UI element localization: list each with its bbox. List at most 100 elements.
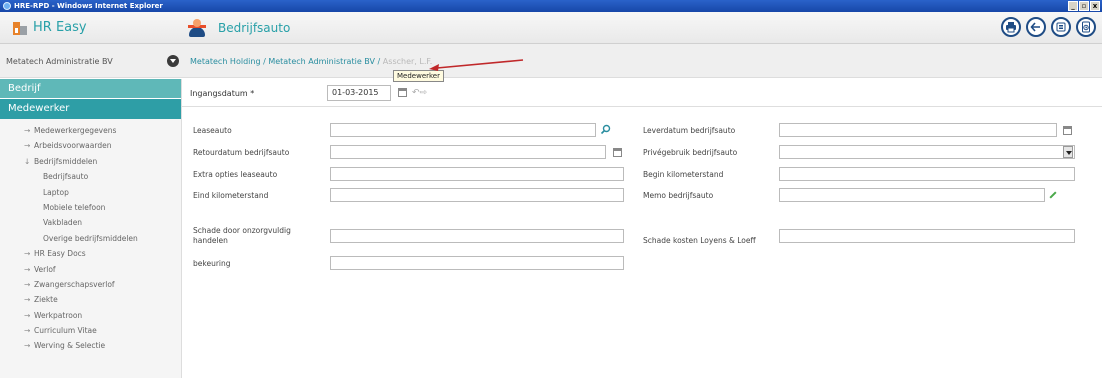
arrow-right-icon: →	[24, 279, 31, 289]
schade-kosten-label: Schade kosten Loyens & Loeff	[643, 236, 756, 245]
sidebar-item-label: Laptop	[43, 187, 69, 197]
memo-input[interactable]	[779, 188, 1045, 202]
calendar-icon[interactable]	[398, 88, 407, 97]
header-toolbar	[1001, 17, 1096, 37]
leverdatum-input[interactable]	[779, 123, 1057, 137]
print-button[interactable]	[1001, 17, 1021, 37]
sidebar-section-bedrijf[interactable]: Bedrijf	[0, 79, 181, 99]
page-title: Bedrijfsauto	[218, 21, 291, 35]
sidebar-item[interactable]: ↓ Bedrijfsmiddelen	[0, 154, 181, 169]
arrow-right-icon: →	[24, 295, 31, 305]
sidebar-item[interactable]: Bedrijfsauto	[0, 169, 181, 184]
sidebar-item-label: HR Easy Docs	[34, 249, 86, 259]
eind-km-label: Eind kilometerstand	[193, 191, 269, 200]
sidebar-item[interactable]: → Verlof	[0, 262, 181, 277]
back-button[interactable]	[1026, 17, 1046, 37]
sidebar-item[interactable]: → Arbeidsvoorwaarden	[0, 138, 181, 153]
begin-km-label: Begin kilometerstand	[643, 170, 724, 179]
sidebar-item-label: Medewerkergegevens	[34, 126, 117, 135]
calendar-icon[interactable]	[1063, 126, 1072, 135]
sidebar-item[interactable]: Vakbladen	[0, 215, 181, 230]
maximize-button[interactable]: ▫	[1079, 1, 1089, 11]
pencil-icon[interactable]	[1049, 191, 1057, 199]
date-bar: Ingangsdatum * 01-03-2015 ↶⇨	[182, 79, 1102, 107]
minimize-button[interactable]: _	[1068, 1, 1078, 11]
company-name: Metatech Administratie BV	[6, 57, 113, 66]
arrow-right-icon: →	[24, 310, 31, 320]
history-button[interactable]	[1076, 17, 1096, 37]
sidebar-item-label: Vakbladen	[43, 218, 83, 228]
memo-label: Memo bedrijfsauto	[643, 191, 714, 200]
chevron-down-icon: ↓	[24, 156, 31, 166]
ingangsdatum-label: Ingangsdatum *	[190, 89, 255, 98]
begin-km-input[interactable]	[779, 167, 1075, 181]
annotation-arrow	[429, 59, 524, 71]
sidebar-item-label: Ziekte	[34, 295, 58, 305]
main-content: Ingangsdatum * 01-03-2015 ↶⇨ Leaseauto R…	[182, 79, 1102, 378]
window-titlebar: HRE-RPD - Windows Internet Explorer _ ▫ …	[0, 0, 1102, 12]
retourdatum-label: Retourdatum bedrijfsauto	[193, 148, 290, 157]
sidebar-item[interactable]: Mobiele telefoon	[0, 200, 181, 215]
ingangsdatum-input[interactable]: 01-03-2015	[327, 85, 391, 101]
privegebruik-select[interactable]	[779, 145, 1075, 159]
schade-onzorgvuldig-input[interactable]	[330, 229, 624, 243]
window-title: HRE-RPD - Windows Internet Explorer	[14, 2, 163, 10]
arrow-right-icon: →	[24, 326, 31, 336]
arrow-right-icon: →	[24, 249, 31, 259]
app-name: HR Easy	[33, 20, 87, 35]
sidebar-section-medewerker[interactable]: Medewerker	[0, 99, 181, 119]
sidebar-item-label: Bedrijfsmiddelen	[34, 156, 98, 166]
sidebar-item[interactable]: → Medewerkergegevens	[0, 123, 181, 138]
sidebar-item-label: Werving & Selectie	[34, 341, 106, 351]
arrow-right-icon: →	[24, 341, 31, 351]
privegebruik-label: Privégebruik bedrijfsauto	[643, 148, 738, 157]
sidebar-item[interactable]: Laptop	[0, 185, 181, 200]
arrow-right-icon: →	[24, 126, 31, 135]
sidebar-item-label: Curriculum Vitae	[34, 326, 97, 336]
extra-opties-input[interactable]	[330, 167, 624, 181]
breadcrumb-item[interactable]: Metatech Administratie BV	[268, 57, 375, 66]
sidebar-nav: → Medewerkergegevens → Arbeidsvoorwaarden ↓ B…	[0, 119, 181, 354]
leaseauto-input[interactable]	[330, 123, 596, 137]
sidebar-item-label: Mobiele telefoon	[43, 202, 106, 212]
ie-icon	[3, 2, 11, 10]
sidebar-item-label: Arbeidsvoorwaarden	[34, 141, 112, 151]
window-controls: _ ▫ x	[1068, 1, 1100, 11]
sidebar-item[interactable]: → Werkpatroon	[0, 308, 181, 323]
breadcrumb-item[interactable]: Metatech Holding	[190, 57, 261, 66]
sidebar-item-label: Bedrijfsauto	[43, 172, 89, 182]
undo-icon[interactable]: ↶⇨	[412, 88, 427, 98]
sidebar-item-label: Werkpatroon	[34, 310, 83, 320]
dropdown-icon[interactable]	[1063, 146, 1073, 158]
sidebar-item[interactable]: → Werving & Selectie	[0, 338, 181, 353]
sidebar-item[interactable]: Overige bedrijfsmiddelen	[0, 231, 181, 246]
close-button[interactable]: x	[1090, 1, 1100, 11]
search-icon[interactable]	[600, 124, 611, 135]
sidebar-item[interactable]: → Curriculum Vitae	[0, 323, 181, 338]
sidebar-item[interactable]: → Ziekte	[0, 292, 181, 307]
chevron-down-icon[interactable]	[167, 55, 179, 67]
list-button[interactable]	[1051, 17, 1071, 37]
sidebar-item-label: Verlof	[34, 264, 56, 274]
context-bar: Metatech Administratie BV Metatech Holdi…	[0, 44, 1102, 82]
schade-onzorgvuldig-label: Schade door onzorgvuldig handelen	[193, 226, 291, 245]
eind-km-input[interactable]	[330, 188, 624, 202]
bekeuring-input[interactable]	[330, 256, 624, 270]
arrow-right-icon: →	[24, 264, 31, 274]
brand[interactable]: HR Easy	[0, 12, 180, 44]
leaseauto-label: Leaseauto	[193, 126, 232, 135]
app-header: HR Easy Bedrijfsauto	[0, 12, 1102, 44]
arrow-right-icon: →	[24, 141, 31, 151]
list-icon	[1056, 22, 1066, 32]
bekeuring-label: bekeuring	[193, 259, 231, 268]
extra-opties-label: Extra opties leaseauto	[193, 170, 278, 179]
sidebar-item[interactable]: → Zwangerschapsverlof	[0, 277, 181, 292]
retourdatum-input[interactable]	[330, 145, 606, 159]
back-icon	[1030, 22, 1040, 32]
sidebar-item[interactable]: → HR Easy Docs	[0, 246, 181, 261]
sidebar: Bedrijf Medewerker → Medewerkergegevens → A…	[0, 79, 182, 378]
schade-kosten-input[interactable]	[779, 229, 1075, 243]
clock-icon	[1082, 21, 1090, 33]
hr-easy-logo	[13, 22, 27, 35]
calendar-icon[interactable]	[613, 148, 622, 157]
